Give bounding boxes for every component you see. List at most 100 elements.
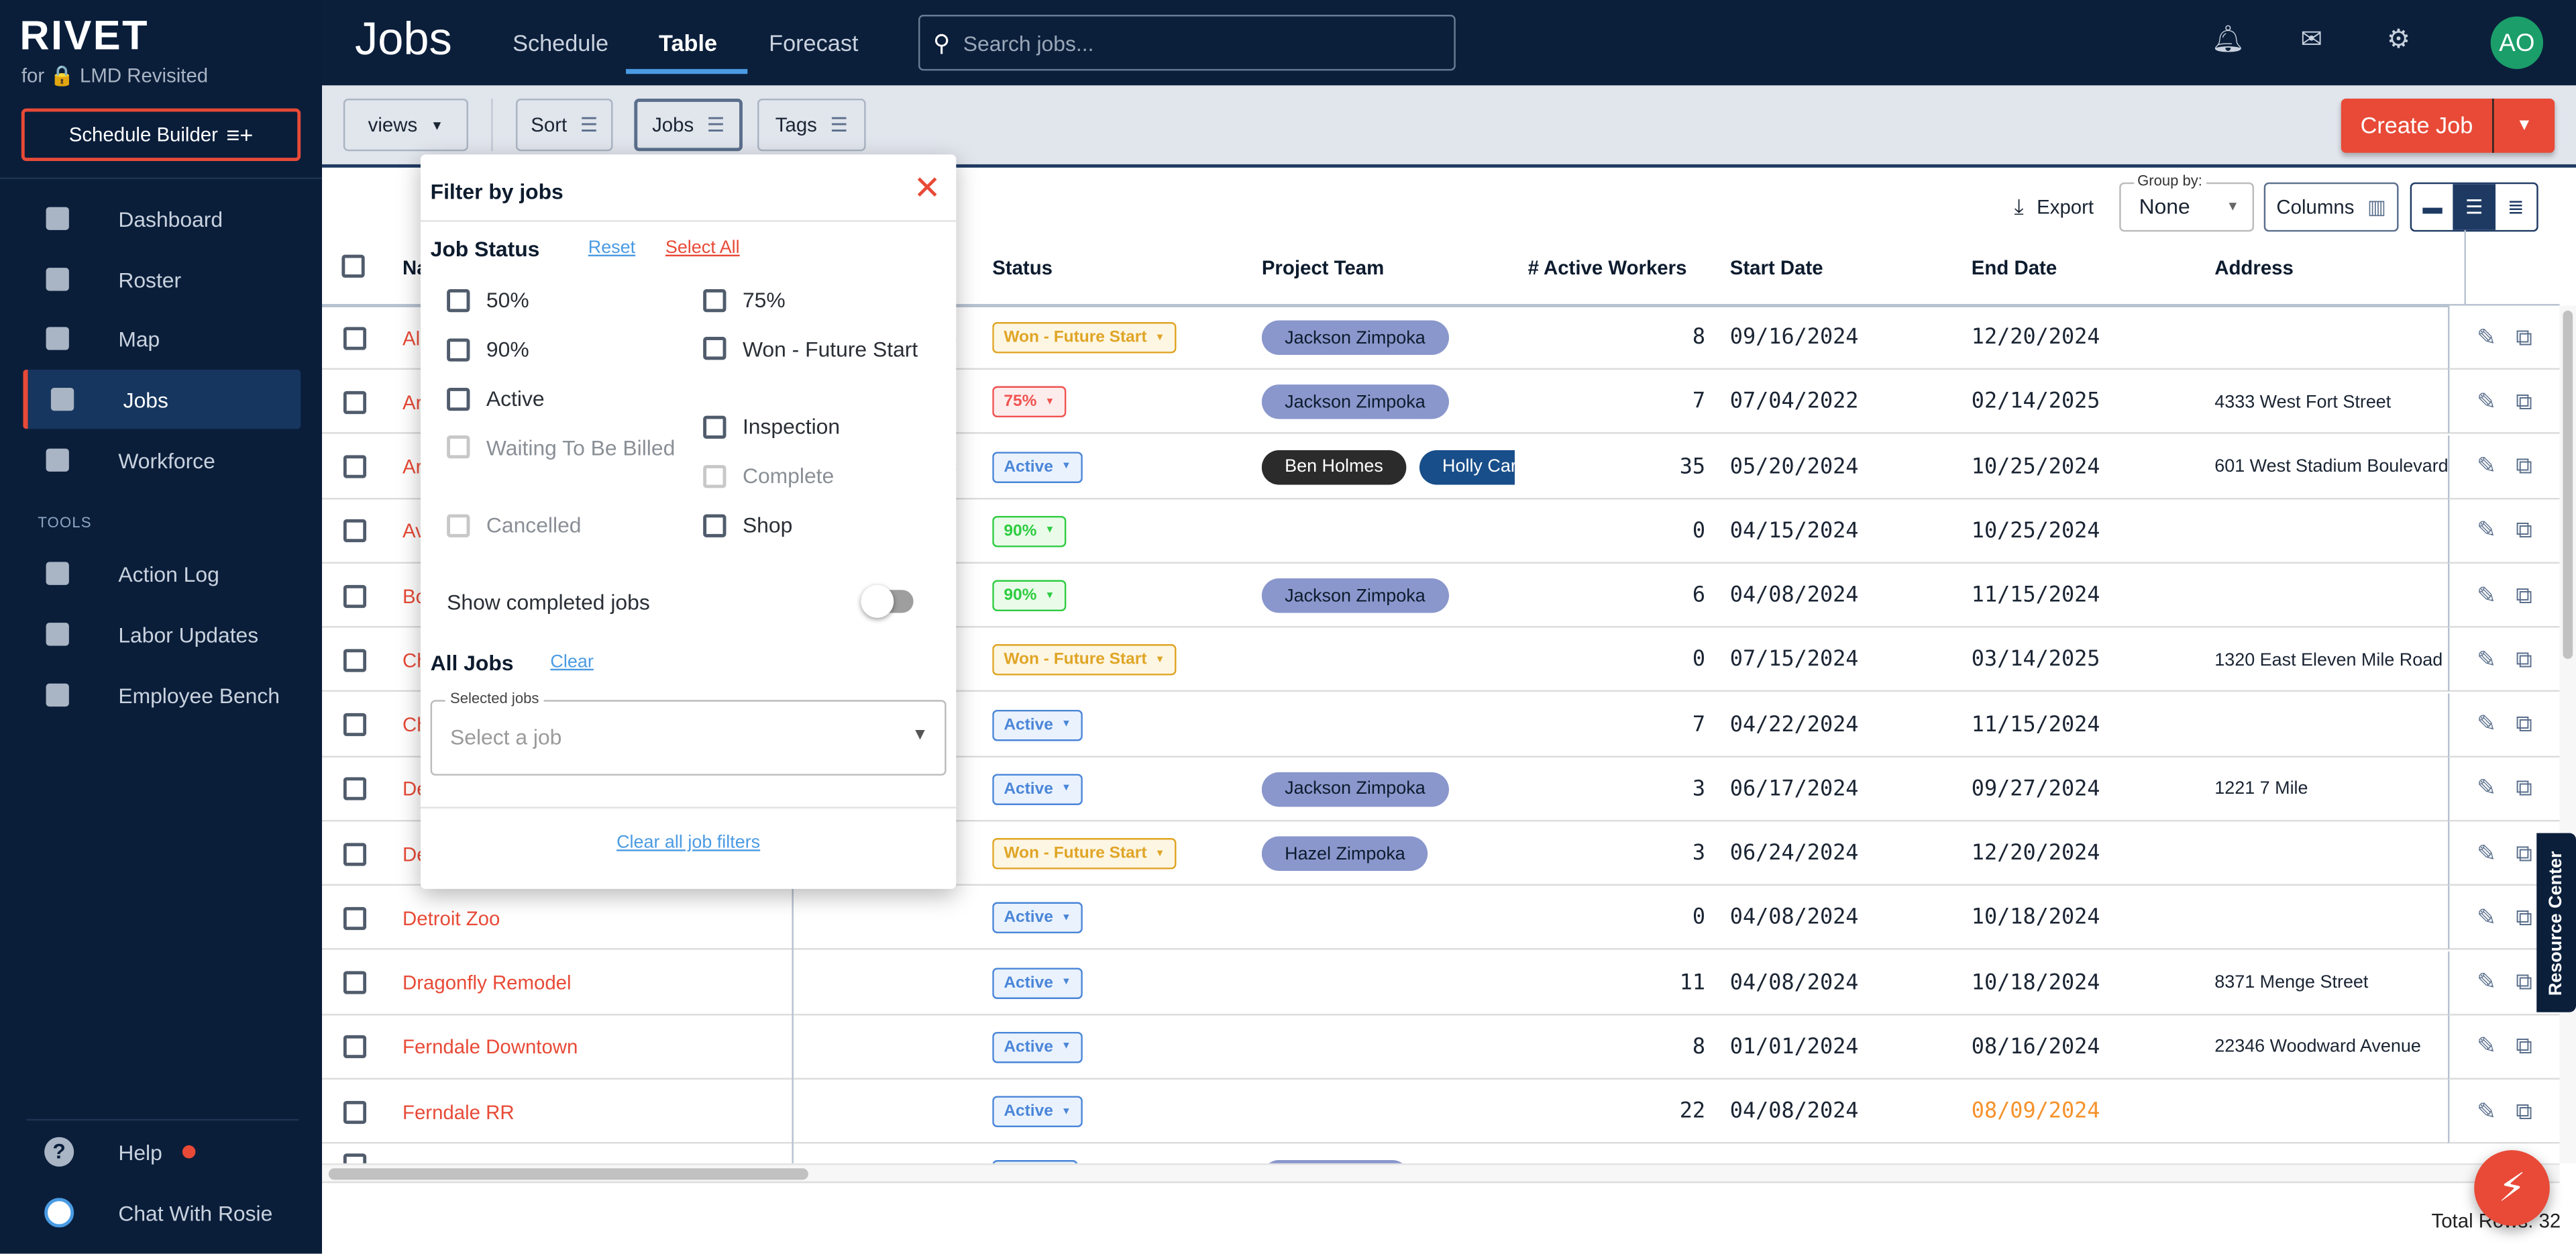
pencil-icon[interactable]: ✎ bbox=[2477, 581, 2496, 609]
column-header-active-workers[interactable]: # Active Workers bbox=[1528, 256, 1687, 279]
team-member-chip[interactable]: Holly Carr bbox=[1419, 449, 1515, 484]
status-badge[interactable]: Active ▼ bbox=[992, 967, 1083, 998]
status-option-50-[interactable]: 50% bbox=[447, 286, 677, 314]
job-name-link[interactable]: Al bbox=[402, 306, 420, 370]
status-option-75-[interactable]: 75% bbox=[703, 286, 933, 314]
density-comfortable-icon[interactable]: ▬ bbox=[2412, 184, 2453, 230]
checkbox[interactable] bbox=[447, 514, 470, 537]
checkbox[interactable] bbox=[343, 777, 367, 801]
jobs-filter-button[interactable]: Jobs ☰ bbox=[634, 98, 743, 152]
search-input[interactable]: ⚲ Search jobs... bbox=[918, 15, 1456, 71]
checkbox[interactable] bbox=[343, 584, 367, 607]
row-checkbox-cell[interactable] bbox=[343, 564, 367, 628]
checkbox[interactable] bbox=[447, 338, 470, 362]
checkbox[interactable] bbox=[343, 1035, 367, 1059]
tab-table[interactable]: Table bbox=[659, 30, 717, 56]
checkbox[interactable] bbox=[343, 648, 367, 672]
row-checkbox-cell[interactable] bbox=[343, 1015, 367, 1080]
resource-center-tab[interactable]: Resource Center bbox=[2536, 833, 2576, 1012]
tags-filter-button[interactable]: Tags ☰ bbox=[757, 98, 866, 152]
schedule-builder-button[interactable]: Schedule Builder ≡+ bbox=[21, 108, 301, 162]
sort-button[interactable]: Sort ☰ bbox=[515, 98, 613, 152]
row-checkbox-cell[interactable] bbox=[343, 951, 367, 1015]
status-badge[interactable]: Won - Future Start ▼ bbox=[992, 837, 1177, 870]
table-row[interactable]: Ferndale Downtown Active ▼ 8 01/01/2024 08/16… bbox=[322, 1015, 2449, 1080]
status-badge[interactable]: Active ▼ bbox=[992, 709, 1083, 741]
select-all-checkbox[interactable] bbox=[341, 254, 365, 278]
checkbox[interactable] bbox=[447, 387, 470, 411]
open-in-new-icon[interactable]: ⧉ bbox=[2516, 710, 2532, 738]
column-header-status[interactable]: Status bbox=[992, 256, 1053, 279]
group-by-select[interactable]: Group by: None ▼ bbox=[2119, 172, 2255, 232]
density-compact-icon[interactable]: ≣ bbox=[2495, 184, 2536, 230]
open-in-new-icon[interactable]: ⧉ bbox=[2516, 517, 2532, 545]
open-in-new-icon[interactable]: ⧉ bbox=[2516, 323, 2532, 351]
status-option-inspection[interactable]: Inspection bbox=[703, 413, 933, 441]
tab-schedule[interactable]: Schedule bbox=[513, 30, 608, 56]
row-checkbox-cell[interactable] bbox=[343, 435, 367, 499]
row-checkbox-cell[interactable] bbox=[343, 370, 367, 435]
table-row[interactable]: Dragonfly Remodel Active ▼ 11 04/08/2024 10/1… bbox=[322, 951, 2449, 1015]
job-name-link[interactable]: Ar bbox=[402, 435, 422, 499]
table-row[interactable]: Ferndale RR Active ▼ 22 04/08/2024 08/09/2024 bbox=[322, 1080, 2449, 1144]
status-option-shop[interactable]: Shop bbox=[703, 511, 933, 539]
tab-forecast[interactable]: Forecast bbox=[769, 30, 858, 56]
columns-button[interactable]: Columns ▥ bbox=[2263, 182, 2399, 232]
checkbox[interactable] bbox=[343, 971, 367, 994]
column-header-project-team[interactable]: Project Team bbox=[1262, 256, 1384, 279]
status-badge[interactable]: Won - Future Start ▼ bbox=[992, 644, 1177, 676]
open-in-new-icon[interactable]: ⧉ bbox=[2516, 774, 2532, 802]
export-button[interactable]: ⤓ Export bbox=[2014, 194, 2094, 220]
horizontal-scrollbar-thumb[interactable] bbox=[328, 1168, 808, 1180]
team-member-chip[interactable]: Hazel Zimpoka bbox=[1261, 836, 1429, 871]
row-checkbox-cell[interactable] bbox=[343, 822, 367, 886]
sidebar-item-employee-bench[interactable]: Employee Bench bbox=[23, 666, 301, 725]
status-badge[interactable]: Active ▼ bbox=[992, 902, 1083, 934]
sidebar-item-workforce[interactable]: Workforce bbox=[23, 431, 301, 490]
status-badge[interactable]: Won - Future Start ▼ bbox=[992, 322, 1177, 354]
status-badge[interactable]: 90% ▼ bbox=[992, 515, 1067, 547]
lightning-fab-button[interactable]: ⚡︎ bbox=[2474, 1150, 2550, 1226]
checkbox[interactable] bbox=[447, 435, 470, 459]
status-option-cancelled[interactable]: Cancelled bbox=[447, 511, 677, 539]
column-header-end-date[interactable]: End Date bbox=[1972, 256, 2057, 279]
open-in-new-icon[interactable]: ⧉ bbox=[2516, 968, 2532, 996]
clear-all-job-filters-link[interactable]: Clear all job filters bbox=[421, 833, 956, 853]
checkbox[interactable] bbox=[343, 713, 367, 737]
status-option-complete[interactable]: Complete bbox=[703, 462, 933, 490]
row-checkbox-cell[interactable] bbox=[343, 499, 367, 564]
pencil-icon[interactable]: ✎ bbox=[2477, 903, 2496, 931]
checkbox[interactable] bbox=[343, 519, 367, 543]
avatar[interactable]: AO bbox=[2490, 16, 2544, 69]
clear-link[interactable]: Clear bbox=[550, 652, 593, 672]
column-header-address[interactable]: Address bbox=[2214, 256, 2294, 279]
checkbox[interactable] bbox=[703, 337, 727, 360]
status-badge[interactable]: 90% ▼ bbox=[992, 580, 1067, 612]
open-in-new-icon[interactable]: ⧉ bbox=[2516, 387, 2532, 415]
table-row[interactable]: Detroit Zoo Active ▼ 0 04/08/2024 10/18/2024 bbox=[322, 886, 2449, 951]
pencil-icon[interactable]: ✎ bbox=[2477, 839, 2496, 867]
checkbox[interactable] bbox=[703, 465, 727, 488]
row-checkbox-cell[interactable] bbox=[343, 757, 367, 821]
status-option-waiting-to-be-billed[interactable]: Waiting To Be Billed bbox=[447, 434, 677, 462]
job-name-link[interactable]: Ar bbox=[402, 370, 422, 435]
open-in-new-icon[interactable]: ⧉ bbox=[2516, 452, 2532, 480]
sidebar-item-labor-updates[interactable]: Labor Updates bbox=[23, 605, 301, 664]
open-in-new-icon[interactable]: ⧉ bbox=[2516, 1033, 2532, 1061]
checkbox[interactable] bbox=[343, 1100, 367, 1123]
create-job-button[interactable]: Create Job ▼ bbox=[2341, 98, 2555, 153]
sidebar-item-help[interactable]: ? Help bbox=[23, 1122, 301, 1182]
sidebar-item-chat-with-rosie[interactable]: Chat With Rosie bbox=[23, 1183, 301, 1242]
row-checkbox-cell[interactable] bbox=[343, 886, 367, 951]
status-option-90-[interactable]: 90% bbox=[447, 335, 677, 364]
team-member-chip[interactable]: Jackson Zimpoka bbox=[1261, 320, 1449, 355]
pencil-icon[interactable]: ✎ bbox=[2477, 710, 2496, 738]
toggle-knob[interactable] bbox=[861, 584, 894, 618]
status-badge[interactable]: Active ▼ bbox=[992, 451, 1083, 482]
status-option-won-future-start[interactable]: Won - Future Start bbox=[703, 335, 933, 364]
open-in-new-icon[interactable]: ⧉ bbox=[2516, 839, 2532, 867]
checkbox[interactable] bbox=[343, 906, 367, 930]
open-in-new-icon[interactable]: ⧉ bbox=[2516, 645, 2532, 674]
select-all-link[interactable]: Select All bbox=[665, 238, 740, 258]
sidebar-item-jobs[interactable]: Jobs bbox=[23, 370, 301, 429]
